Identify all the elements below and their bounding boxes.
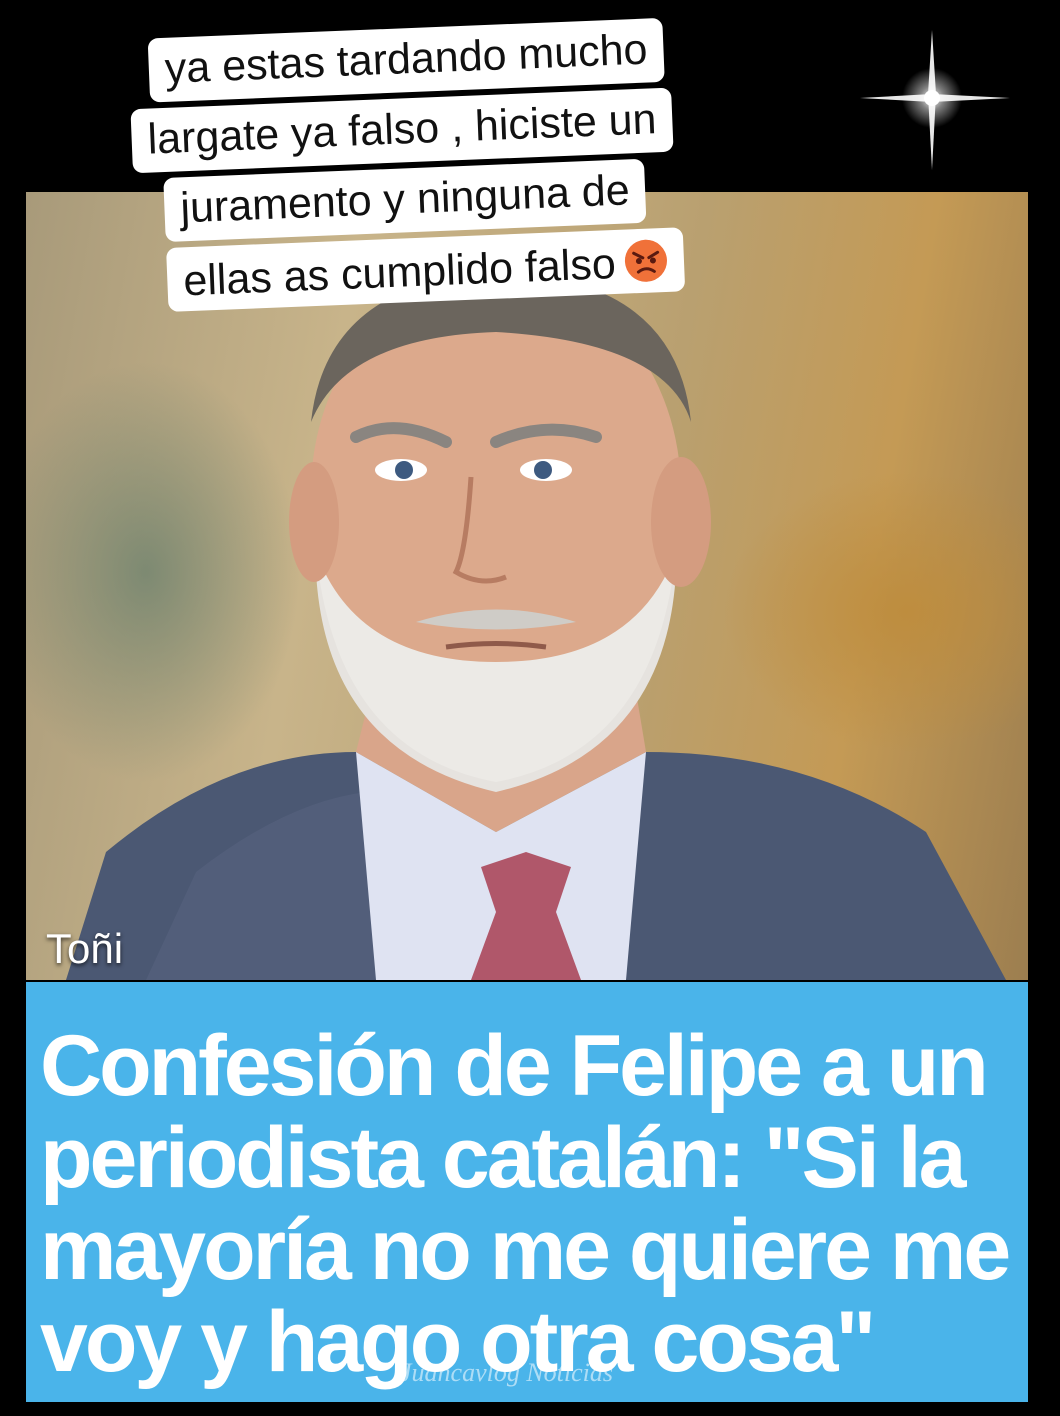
caption-line-text: ellas as cumplido falso: [182, 239, 617, 306]
author-name: Toñi: [46, 925, 124, 972]
sparkle-icon: [860, 30, 1010, 170]
watermark: Juancavlog Noticias: [400, 1358, 614, 1387]
caption-line: ya estas tardando mucho: [147, 17, 665, 103]
headline-text: Confesión de Felipe a un periodista cata…: [40, 1018, 1011, 1390]
caption-line: juramento y ninguna de: [163, 158, 647, 243]
caption-overlay: ya estas tardando mucho largate ya falso…: [128, 13, 801, 369]
angry-face-icon: [624, 239, 667, 282]
caption-line-with-emoji: ellas as cumplido falso: [166, 227, 685, 312]
